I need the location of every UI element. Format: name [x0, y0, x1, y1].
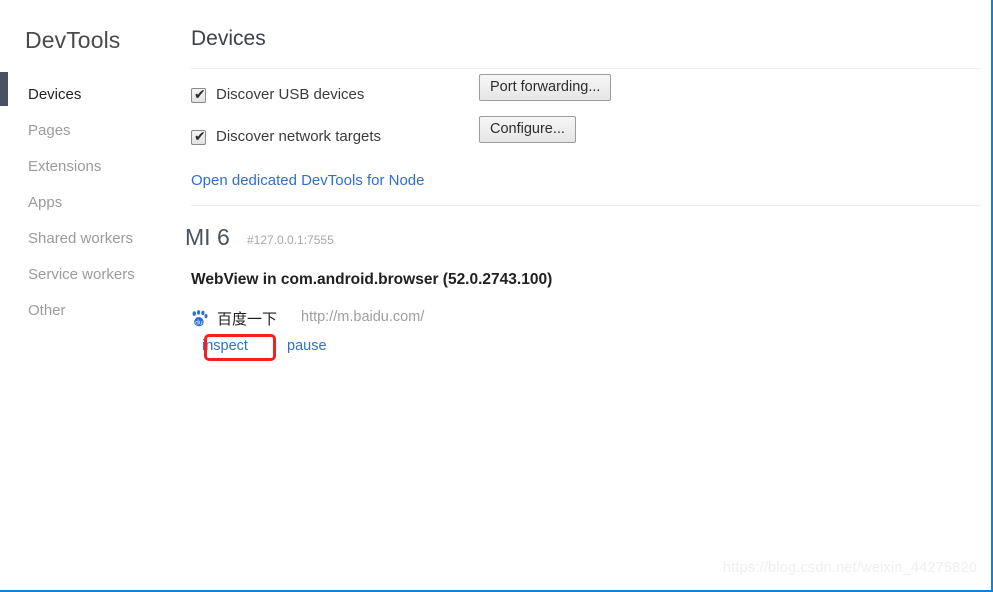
sidebar-item-label: Apps: [28, 194, 63, 211]
sidebar-nav: Devices Pages Extensions Apps Shared wor…: [0, 72, 185, 329]
sidebar-item-label: Other: [28, 302, 66, 319]
open-node-devtools-link[interactable]: Open dedicated DevTools for Node: [191, 172, 424, 189]
sidebar-item-label: Shared workers: [28, 230, 134, 247]
configure-button[interactable]: Configure...: [479, 116, 576, 143]
page-title: Devices: [191, 27, 266, 50]
checkmark-icon: ✔: [194, 129, 206, 145]
device-name: MI 6: [185, 224, 230, 250]
discover-usb-label: Discover USB devices: [216, 86, 365, 103]
discover-network-checkbox[interactable]: ✔: [191, 129, 206, 145]
watermark: https://blog.csdn.net/weixin_44275820: [722, 560, 977, 576]
sidebar-item-service-workers[interactable]: Service workers: [0, 257, 185, 293]
selection-indicator-bar: [0, 72, 8, 106]
sidebar-item-apps[interactable]: Apps: [0, 185, 185, 221]
divider-middle: [191, 205, 981, 206]
sidebar-item-extensions[interactable]: Extensions: [0, 149, 185, 185]
sidebar-item-shared-workers[interactable]: Shared workers: [0, 221, 185, 257]
devtools-inspect-page: DevTools Devices Pages Extensions Apps S…: [0, 0, 993, 592]
pause-link[interactable]: pause: [287, 338, 327, 354]
discover-network-label: Discover network targets: [216, 128, 382, 145]
discover-usb-checkbox[interactable]: ✔: [191, 87, 206, 103]
app-brand-title: DevTools: [25, 27, 121, 53]
sidebar: DevTools Devices Pages Extensions Apps S…: [0, 0, 185, 590]
divider-top: [191, 68, 981, 69]
discover-network-row: ✔ Discover network targets Configure...: [191, 116, 981, 152]
sidebar-item-other[interactable]: Other: [0, 293, 185, 329]
browser-version-title: WebView in com.android.browser (52.0.274…: [191, 271, 553, 288]
device-address: #127.0.0.1:7555: [247, 233, 334, 247]
svg-text:du: du: [195, 319, 203, 326]
port-forwarding-button[interactable]: Port forwarding...: [479, 74, 612, 101]
main-panel: Devices ✔ Discover USB devices Port forw…: [185, 0, 991, 590]
inspect-link[interactable]: inspect: [202, 338, 248, 354]
sidebar-item-label: Service workers: [28, 266, 135, 283]
target-url: http://m.baidu.com/: [301, 309, 425, 325]
baidu-paw-icon: du: [191, 310, 208, 327]
sidebar-item-pages[interactable]: Pages: [0, 113, 185, 149]
target-title: 百度一下: [217, 311, 278, 328]
sidebar-item-label: Pages: [28, 122, 71, 139]
sidebar-item-label: Devices: [28, 86, 82, 103]
checkmark-icon: ✔: [194, 87, 206, 103]
discover-usb-row: ✔ Discover USB devices Port forwarding..…: [191, 74, 981, 110]
sidebar-item-label: Extensions: [28, 158, 102, 175]
sidebar-item-devices[interactable]: Devices: [0, 72, 185, 113]
